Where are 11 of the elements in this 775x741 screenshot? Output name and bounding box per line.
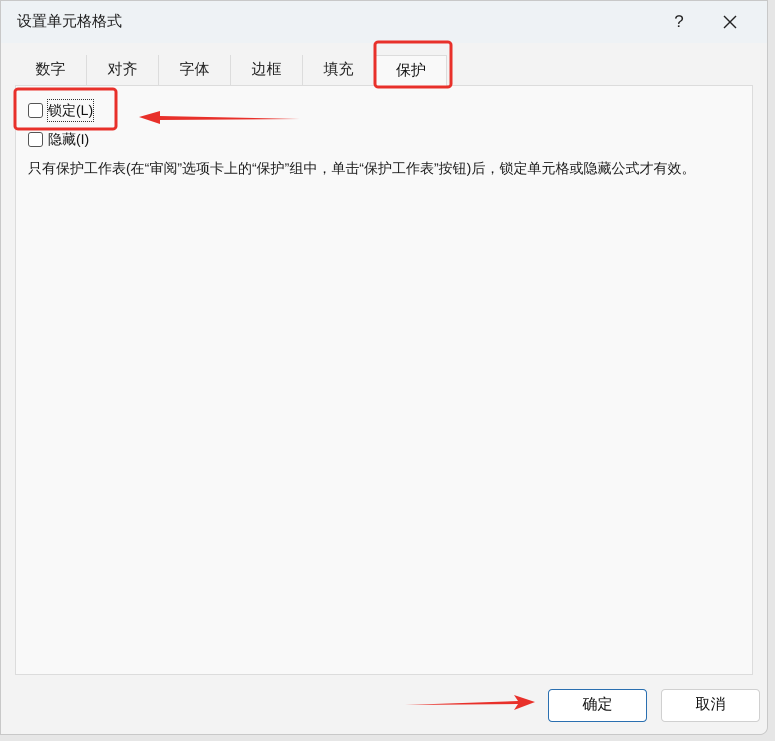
dialog-button[interactable]: 确定 <box>548 689 647 722</box>
tab[interactable]: 保护 <box>375 55 447 86</box>
checkbox-label: 隐藏(I) <box>48 130 90 149</box>
checkbox[interactable] <box>28 103 43 118</box>
protection-note: 只有保护工作表(在“审阅”选项卡上的“保护”组中，单击“保护工作表”按钮)后，锁定单元格或隐藏公式才有效。 <box>28 159 696 178</box>
close-icon <box>722 14 738 30</box>
checkbox[interactable] <box>28 132 43 147</box>
dialog-button[interactable]: 取消 <box>661 689 760 722</box>
window-title: 设置单元格格式 <box>17 12 122 32</box>
help-button[interactable]: ? <box>659 6 699 38</box>
checkbox-label: 锁定(L) <box>48 100 94 121</box>
